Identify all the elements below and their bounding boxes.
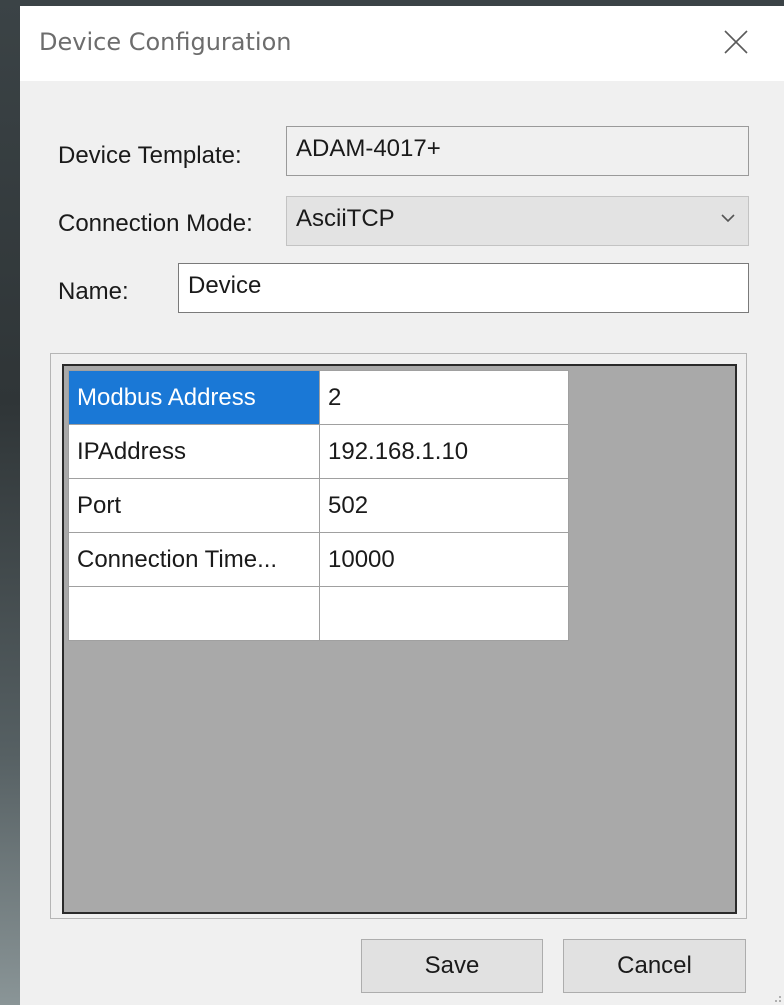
property-value-cell[interactable]: 502 [319,478,569,533]
name-label: Name: [58,278,129,305]
property-table: Modbus Address 2 IPAddress 192.168.1.10 … [68,370,569,641]
save-button[interactable]: Save [361,939,543,993]
close-icon[interactable] [722,28,750,56]
device-configuration-dialog: Device Configuration Device Template: AD… [20,6,784,1005]
property-name-cell[interactable]: IPAddress [68,424,320,479]
device-template-field: ADAM-4017+ [286,126,749,176]
property-value-cell[interactable] [319,586,569,641]
property-name-cell[interactable] [68,586,320,641]
property-value-cell[interactable]: 10000 [319,532,569,587]
device-template-label: Device Template: [58,142,242,169]
table-row[interactable]: Modbus Address 2 [68,370,569,425]
connection-mode-select[interactable]: AsciiTCP [286,196,749,246]
connection-mode-value: AsciiTCP [296,205,395,232]
property-grid[interactable]: Modbus Address 2 IPAddress 192.168.1.10 … [62,364,737,914]
title-bar[interactable]: Device Configuration [20,6,784,81]
table-row[interactable]: Connection Time... 10000 [68,532,569,587]
window-title: Device Configuration [39,28,292,56]
resize-grip-icon[interactable] [770,991,782,1003]
chevron-down-icon [721,214,735,223]
connection-mode-label: Connection Mode: [58,210,253,237]
property-name-cell[interactable]: Modbus Address [68,370,320,425]
name-input[interactable]: Device [178,263,749,313]
property-value-cell[interactable]: 192.168.1.10 [319,424,569,479]
table-row[interactable] [68,586,569,641]
table-row[interactable]: Port 502 [68,478,569,533]
property-name-cell[interactable]: Connection Time... [68,532,320,587]
property-name-cell[interactable]: Port [68,478,320,533]
table-row[interactable]: IPAddress 192.168.1.10 [68,424,569,479]
cancel-button[interactable]: Cancel [563,939,746,993]
property-value-cell[interactable]: 2 [319,370,569,425]
